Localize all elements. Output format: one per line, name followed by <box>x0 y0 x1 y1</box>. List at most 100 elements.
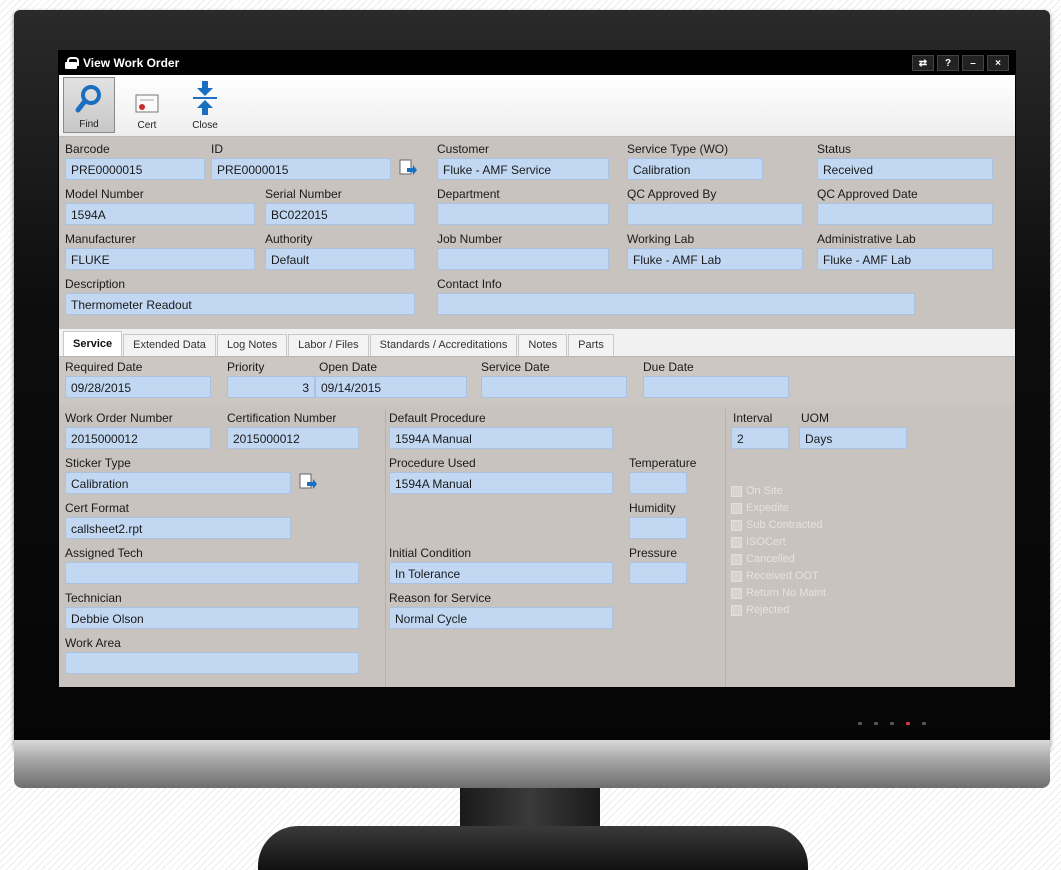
qc-approved-by-label: QC Approved By <box>627 187 717 201</box>
on-site-checkbox[interactable]: On Site <box>731 485 783 497</box>
find-label: Find <box>79 119 99 130</box>
minimize-icon[interactable]: – <box>962 55 984 71</box>
id-field[interactable]: PRE0000015 <box>211 158 391 180</box>
service-type-field[interactable]: Calibration <box>627 158 763 180</box>
work-order-number-field[interactable]: 2015000012 <box>65 427 211 449</box>
authority-label: Authority <box>265 232 313 246</box>
tab-parts[interactable]: Parts <box>568 334 614 356</box>
department-field[interactable] <box>437 203 609 225</box>
working-lab-field[interactable]: Fluke - AMF Lab <box>627 248 803 270</box>
cert-format-label: Cert Format <box>65 501 130 515</box>
cancelled-checkbox[interactable]: Cancelled <box>731 553 795 565</box>
administrative-lab-label: Administrative Lab <box>817 232 916 246</box>
rejected-checkbox[interactable]: Rejected <box>731 604 789 616</box>
temperature-label: Temperature <box>629 456 697 470</box>
open-date-field[interactable]: 09/14/2015 <box>315 376 467 398</box>
tab-notes[interactable]: Notes <box>518 334 568 356</box>
default-procedure-field[interactable]: 1594A Manual <box>389 427 613 449</box>
toolbar: Find Cert Close <box>59 75 1015 137</box>
status-field[interactable]: Received <box>817 158 993 180</box>
sticker-type-field[interactable]: Calibration <box>65 472 291 494</box>
barcode-field[interactable]: PRE0000015 <box>65 158 205 180</box>
work-area-field[interactable] <box>65 652 359 674</box>
contact-info-field[interactable] <box>437 293 915 315</box>
humidity-field[interactable] <box>629 517 687 539</box>
qc-approved-date-field[interactable] <box>817 203 993 225</box>
model-field[interactable]: 1594A <box>65 203 255 225</box>
reason-for-service-field[interactable]: Normal Cycle <box>389 607 613 629</box>
tab-extended-data[interactable]: Extended Data <box>123 334 216 356</box>
close-label: Close <box>192 120 218 131</box>
temperature-field[interactable] <box>629 472 687 494</box>
technician-label: Technician <box>65 591 122 605</box>
tab-labor-files[interactable]: Labor / Files <box>288 334 369 356</box>
received-oot-checkbox[interactable]: Received OOT <box>731 570 819 582</box>
qc-approved-date-label: QC Approved Date <box>817 187 918 201</box>
working-lab-label: Working Lab <box>627 232 695 246</box>
certification-number-field[interactable]: 2015000012 <box>227 427 359 449</box>
monitor-chin <box>14 740 1050 788</box>
find-button[interactable]: Find <box>63 77 115 133</box>
assigned-tech-field[interactable] <box>65 562 359 584</box>
serial-field[interactable]: BC022015 <box>265 203 415 225</box>
technician-field[interactable]: Debbie Olson <box>65 607 359 629</box>
window-title: View Work Order <box>83 56 180 70</box>
contact-info-label: Contact Info <box>437 277 502 291</box>
expedite-checkbox[interactable]: Expedite <box>731 502 789 514</box>
description-label: Description <box>65 277 126 291</box>
cert-button[interactable]: Cert <box>121 77 173 133</box>
authority-field[interactable]: Default <box>265 248 415 270</box>
qc-approved-by-field[interactable] <box>627 203 803 225</box>
procedure-used-field[interactable]: 1594A Manual <box>389 472 613 494</box>
isocert-checkbox[interactable]: ISOCert <box>731 536 786 548</box>
cert-label: Cert <box>137 120 157 131</box>
lookup-icon[interactable] <box>399 159 417 177</box>
job-number-field[interactable] <box>437 248 609 270</box>
priority-label: Priority <box>227 360 265 374</box>
manufacturer-label: Manufacturer <box>65 232 136 246</box>
title-bar: View Work Order ⇄ ? – × <box>59 51 1015 75</box>
default-procedure-label: Default Procedure <box>389 411 486 425</box>
required-date-field[interactable]: 09/28/2015 <box>65 376 211 398</box>
pressure-label: Pressure <box>629 546 678 560</box>
interval-field[interactable]: 2 <box>731 427 789 449</box>
open-date-label: Open Date <box>319 360 378 374</box>
close-button[interactable]: Close <box>179 77 231 133</box>
tab-strip: Service Extended Data Log Notes Labor / … <box>59 329 1015 357</box>
model-label: Model Number <box>65 187 144 201</box>
due-date-label: Due Date <box>643 360 694 374</box>
refresh-icon[interactable]: ⇄ <box>912 55 934 71</box>
magnifier-icon <box>75 85 101 113</box>
close-window-icon[interactable]: × <box>987 55 1009 71</box>
sticker-type-label: Sticker Type <box>65 456 131 470</box>
tab-log-notes[interactable]: Log Notes <box>216 334 288 356</box>
service-date-field[interactable] <box>481 376 627 398</box>
return-no-maint-checkbox[interactable]: Return No Maint <box>731 587 826 599</box>
sub-contracted-checkbox[interactable]: Sub Contracted <box>731 519 822 531</box>
initial-condition-label: Initial Condition <box>389 546 472 560</box>
service-date-label: Service Date <box>481 360 550 374</box>
manufacturer-field[interactable]: FLUKE <box>65 248 255 270</box>
customer-field[interactable]: Fluke - AMF Service <box>437 158 609 180</box>
pressure-field[interactable] <box>629 562 687 584</box>
job-number-label: Job Number <box>437 232 503 246</box>
sticker-lookup-icon[interactable] <box>299 473 317 491</box>
initial-condition-field[interactable]: In Tolerance <box>389 562 613 584</box>
help-icon[interactable]: ? <box>937 55 959 71</box>
administrative-lab-field[interactable]: Fluke - AMF Lab <box>817 248 993 270</box>
required-date-label: Required Date <box>65 360 143 374</box>
collapse-arrows-icon <box>193 81 217 115</box>
barcode-label: Barcode <box>65 142 110 156</box>
cert-format-field[interactable]: callsheet2.rpt <box>65 517 291 539</box>
work-order-window: View Work Order ⇄ ? – × Find Cert Close … <box>58 50 1016 688</box>
due-date-field[interactable] <box>643 376 789 398</box>
description-field[interactable]: Thermometer Readout <box>65 293 415 315</box>
tab-standards-accreditations[interactable]: Standards / Accreditations <box>369 334 518 356</box>
uom-label: UOM <box>801 411 829 425</box>
humidity-label: Humidity <box>629 501 676 515</box>
certification-number-label: Certification Number <box>227 411 337 425</box>
priority-field[interactable]: 3 <box>227 376 315 398</box>
certificate-icon <box>135 94 159 113</box>
uom-field[interactable]: Days <box>799 427 907 449</box>
tab-service[interactable]: Service <box>63 331 123 356</box>
